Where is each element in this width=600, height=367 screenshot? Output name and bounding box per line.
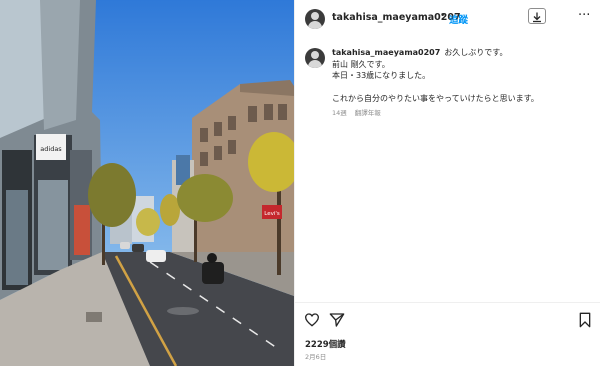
caption-text: takahisa_maeyama0207 お久しぶりです。 前山 剛久です。 本日…: [332, 47, 594, 105]
caption-author-avatar[interactable]: [305, 48, 325, 68]
follow-button[interactable]: 追蹤: [449, 12, 468, 26]
post-date: 2月6日: [305, 353, 327, 361]
paper-plane-icon[interactable]: [329, 312, 345, 332]
action-bar: 2229個讚 2月6日: [295, 302, 600, 367]
download-icon[interactable]: [528, 8, 546, 24]
like-count[interactable]: 2229個讚: [305, 338, 346, 350]
post-age: 14週: [332, 109, 347, 117]
instagram-post: adidas Levi's takahisa_maeyama0207 • 追蹤 …: [0, 0, 600, 366]
post-details-panel: takahisa_maeyama0207 • 追蹤 ··· takahisa_m…: [294, 0, 600, 366]
tree-left: [88, 163, 136, 227]
bookmark-icon[interactable]: [578, 312, 592, 332]
street-scene: adidas Levi's: [0, 0, 294, 366]
svg-text:Levi's: Levi's: [264, 211, 280, 217]
caption-username[interactable]: takahisa_maeyama0207: [332, 48, 440, 57]
post-photo[interactable]: adidas Levi's: [0, 0, 294, 366]
more-options-icon[interactable]: ···: [578, 8, 590, 23]
motorbike: [202, 262, 224, 284]
post-header: takahisa_maeyama0207 • 追蹤 ···: [295, 0, 600, 36]
author-avatar[interactable]: [305, 9, 325, 29]
separator-dot: •: [440, 11, 446, 21]
caption-meta: 14週 翻譯年報: [332, 107, 381, 117]
svg-text:adidas: adidas: [40, 145, 62, 153]
heart-icon[interactable]: [304, 312, 320, 332]
translate-link[interactable]: 翻譯年報: [355, 109, 381, 117]
